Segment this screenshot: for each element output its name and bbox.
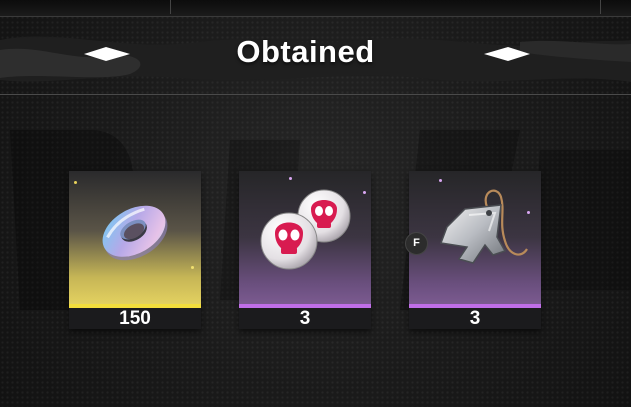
metal-tag-icon: [439, 189, 528, 264]
header-divider: [0, 94, 631, 95]
reward-art: [69, 171, 201, 304]
reward-screen: Obtained 150 3 3 F: [0, 0, 631, 407]
f-key-badge[interactable]: F: [405, 232, 428, 255]
reward-card[interactable]: 3: [409, 171, 541, 329]
reward-art: [239, 171, 371, 304]
reward-quantity: 150: [69, 308, 201, 329]
reward-quantity: 3: [239, 308, 371, 329]
top-strip: [0, 0, 631, 17]
ring-disc-icon: [102, 205, 168, 261]
reward-card[interactable]: 150: [69, 171, 201, 329]
reward-card[interactable]: 3: [239, 171, 371, 329]
reward-quantity: 3: [409, 308, 541, 329]
skull-orbs-icon: [260, 189, 351, 270]
arrow-right-icon: [484, 47, 530, 61]
reward-art: [409, 171, 541, 304]
